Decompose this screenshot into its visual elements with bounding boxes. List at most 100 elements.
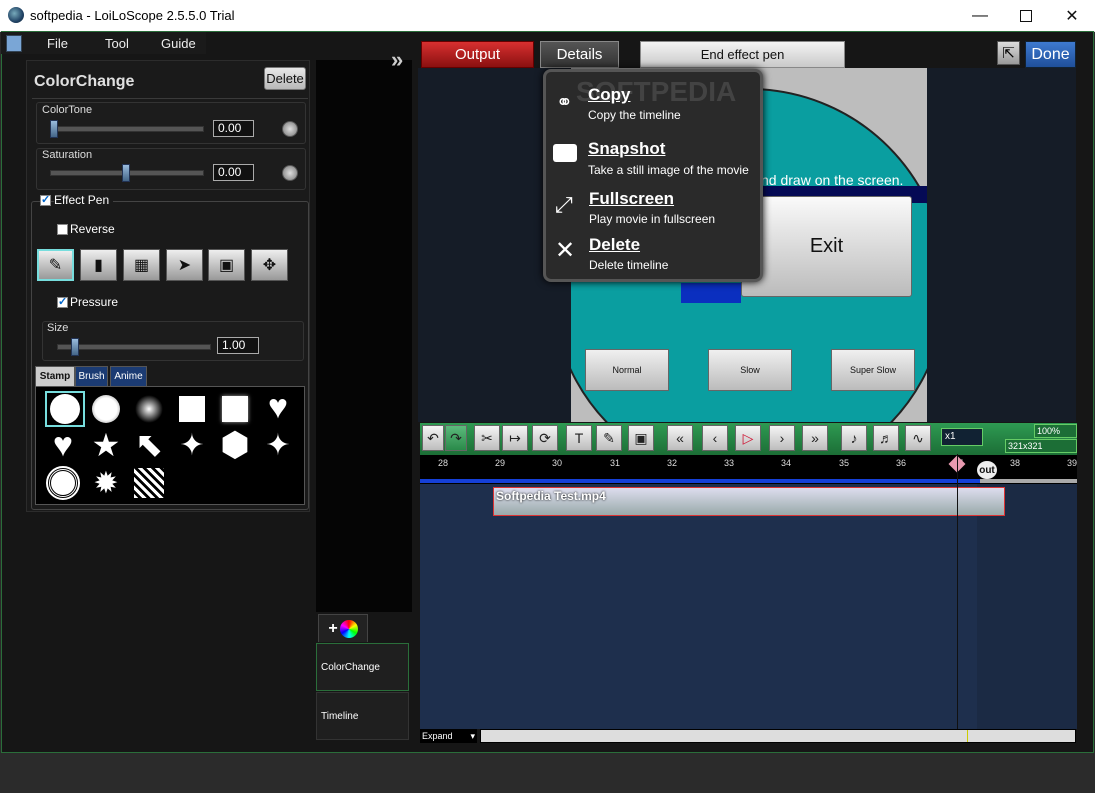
next-frame-icon[interactable]: › bbox=[769, 425, 795, 451]
size-value[interactable]: 1.00 bbox=[217, 337, 259, 354]
stamp-star[interactable]: ★ bbox=[89, 427, 123, 463]
stamp-circle[interactable] bbox=[45, 391, 85, 427]
colortone-slider-track[interactable] bbox=[50, 126, 204, 132]
delete-title: Delete bbox=[589, 235, 641, 254]
timeline-scrollbar[interactable] bbox=[480, 729, 1076, 743]
stamp-cross[interactable]: ✦ bbox=[261, 428, 295, 462]
record-icon[interactable]: ♪ bbox=[841, 425, 867, 451]
stamp-square[interactable] bbox=[175, 392, 209, 426]
tab-anime[interactable]: Anime bbox=[110, 366, 147, 386]
pen-icon[interactable]: ✎ bbox=[596, 425, 622, 451]
video-draw-text: nd draw on the screen. bbox=[761, 172, 904, 188]
timeline-ruler[interactable]: 28 29 30 31 32 33 34 35 36 37 38 39 out bbox=[420, 455, 1077, 484]
snapshot-icon[interactable]: ▣ bbox=[628, 425, 654, 451]
tick-label: 39 bbox=[1067, 458, 1078, 468]
stamp-sparkle[interactable]: ✦ bbox=[175, 428, 209, 462]
colortone-value[interactable]: 0.00 bbox=[213, 120, 254, 137]
divider bbox=[32, 98, 308, 99]
rewind-icon[interactable]: « bbox=[667, 425, 693, 451]
out-point-marker[interactable]: out bbox=[977, 461, 997, 479]
volume-icon[interactable]: ♬ bbox=[873, 425, 899, 451]
stamp-arrow[interactable]: ⬉ bbox=[132, 426, 166, 464]
stamp-heart-2[interactable]: ♥ bbox=[46, 426, 80, 464]
resolution-select[interactable]: 321x321 bbox=[1005, 439, 1077, 453]
delete-effect-button[interactable]: Delete bbox=[264, 67, 306, 90]
details-button[interactable]: Details bbox=[540, 41, 619, 68]
end-effect-pen-button[interactable]: End effect pen bbox=[640, 41, 845, 68]
video-clip[interactable]: Softpedia Test.mp4 bbox=[493, 487, 1005, 516]
stamp-soft-circle[interactable] bbox=[89, 392, 123, 426]
waveform-icon[interactable]: ∿ bbox=[905, 425, 931, 451]
pointer-icon: ➤ bbox=[177, 257, 192, 274]
stamp-ring[interactable] bbox=[46, 466, 80, 500]
effect-pen-checkbox[interactable] bbox=[40, 193, 51, 206]
clip-label: Softpedia Test.mp4 bbox=[496, 489, 606, 503]
stamp-soft-square[interactable] bbox=[218, 392, 252, 426]
add-effect-button[interactable]: + bbox=[318, 614, 368, 642]
close-icon[interactable]: ✕ bbox=[1049, 0, 1095, 31]
bucket-icon: ▣ bbox=[218, 257, 235, 274]
pen-tool-button[interactable]: ✎ bbox=[37, 249, 74, 281]
redo-icon[interactable]: ↷ bbox=[445, 425, 467, 451]
tick-label: 38 bbox=[1010, 458, 1021, 468]
stamp-hatched-diamond[interactable] bbox=[132, 466, 166, 500]
maximize-icon[interactable] bbox=[1003, 0, 1049, 31]
tick-label: 32 bbox=[667, 458, 678, 468]
output-button[interactable]: Output bbox=[421, 41, 534, 68]
tick-label: 33 bbox=[724, 458, 735, 468]
fullscreen-subtitle: Play movie in fullscreen bbox=[589, 212, 716, 226]
colortone-reset-icon[interactable] bbox=[282, 121, 298, 137]
copy-title: Copy bbox=[588, 85, 631, 104]
stamp-gradient-circle[interactable] bbox=[132, 392, 166, 426]
fill-tool-button[interactable]: ▦ bbox=[123, 249, 160, 281]
saturation-slider-thumb[interactable] bbox=[122, 164, 130, 182]
menu-tool[interactable]: Tool bbox=[105, 36, 129, 51]
drawn-stroke bbox=[681, 283, 741, 303]
sidebar-tab-colorchange[interactable]: ColorChange bbox=[316, 643, 409, 691]
stamp-burst[interactable]: ✹ bbox=[89, 466, 123, 500]
move-tool-button[interactable]: ✥ bbox=[251, 249, 288, 281]
stamp-heart[interactable]: ♥ bbox=[261, 388, 295, 426]
zoom-select[interactable]: 100% bbox=[1034, 424, 1077, 438]
size-slider-track[interactable] bbox=[57, 344, 211, 350]
split-icon[interactable]: ↦ bbox=[502, 425, 528, 451]
done-button[interactable]: Done bbox=[1025, 41, 1076, 68]
popup-item-delete[interactable]: ✕ Delete Delete timeline bbox=[546, 232, 760, 278]
speed-select[interactable]: x1 bbox=[941, 428, 983, 446]
menu-guide[interactable]: Guide bbox=[161, 36, 196, 51]
pressure-checkbox[interactable] bbox=[57, 295, 68, 308]
timeline-track-area[interactable]: Softpedia Test.mp4 bbox=[420, 454, 1077, 729]
undo-icon[interactable]: ↶ bbox=[422, 425, 444, 451]
size-slider-thumb[interactable] bbox=[71, 338, 79, 356]
tab-stamp[interactable]: Stamp bbox=[35, 366, 75, 386]
eraser-tool-button[interactable]: ▮ bbox=[80, 249, 117, 281]
bucket-tool-button[interactable]: ▣ bbox=[208, 249, 245, 281]
saturation-reset-icon[interactable] bbox=[282, 165, 298, 181]
text-icon[interactable]: T bbox=[566, 425, 592, 451]
loop-icon[interactable]: ⟳ bbox=[532, 425, 558, 451]
stamp-hexagon[interactable]: ⬢ bbox=[218, 426, 252, 464]
tab-brush[interactable]: Brush bbox=[75, 366, 108, 386]
reverse-label: Reverse bbox=[70, 222, 115, 236]
sidebar-tab-timeline[interactable]: Timeline bbox=[316, 692, 409, 740]
pressure-label: Pressure bbox=[70, 295, 119, 309]
popup-item-snapshot[interactable]: Snapshot Take a still image of the movie bbox=[546, 136, 760, 184]
menu-file[interactable]: File bbox=[47, 36, 68, 51]
expand-label: Expand bbox=[422, 731, 453, 741]
cut-icon[interactable]: ✂ bbox=[474, 425, 500, 451]
colortone-slider-thumb[interactable] bbox=[50, 120, 58, 138]
popup-item-copy[interactable]: ⚭ Copy Copy the timeline bbox=[546, 82, 760, 130]
reverse-checkbox[interactable] bbox=[57, 224, 68, 235]
prev-frame-icon[interactable]: ‹ bbox=[702, 425, 728, 451]
popout-icon[interactable]: ⇱ bbox=[997, 41, 1020, 65]
saturation-value[interactable]: 0.00 bbox=[213, 164, 254, 181]
play-icon[interactable]: ▷ bbox=[735, 425, 761, 451]
fast-forward-icon[interactable]: » bbox=[802, 425, 828, 451]
expand-select[interactable]: Expand ▾ bbox=[420, 729, 477, 743]
popup-item-fullscreen[interactable]: ⤢ Fullscreen Play movie in fullscreen bbox=[546, 186, 760, 232]
collapse-panel-icon[interactable]: » bbox=[391, 47, 403, 73]
copy-icon: ⚭ bbox=[556, 92, 573, 114]
minimize-icon[interactable]: — bbox=[957, 0, 1003, 31]
select-tool-button[interactable]: ➤ bbox=[166, 249, 203, 281]
save-icon[interactable] bbox=[6, 35, 22, 52]
